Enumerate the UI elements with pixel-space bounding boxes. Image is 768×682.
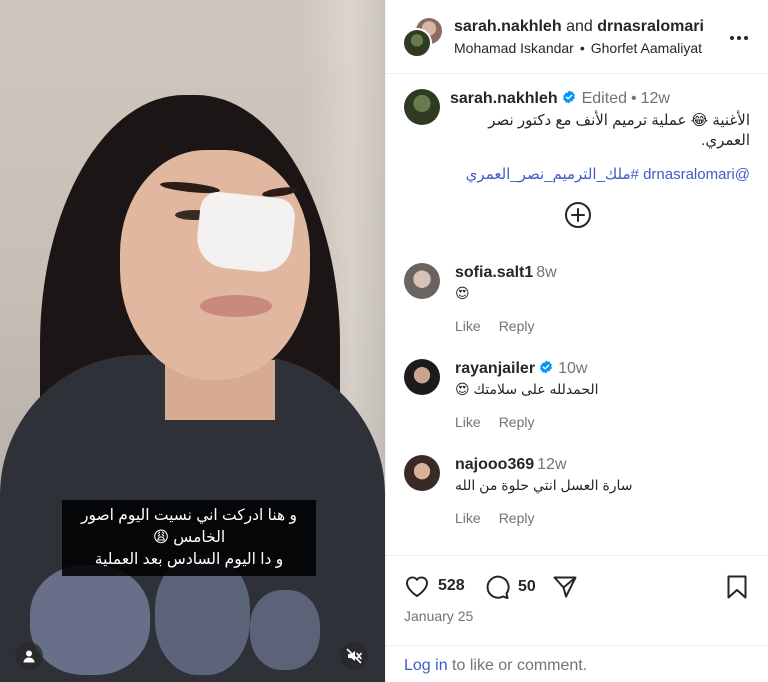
comment-text: 😍	[455, 285, 470, 301]
edited-label: Edited	[581, 90, 627, 107]
comment-username[interactable]: najooo369	[455, 456, 534, 473]
author-link[interactable]: sarah.nakhleh	[454, 18, 562, 35]
like-comment-button[interactable]: Like	[455, 510, 481, 526]
comment-actions: Like Reply	[455, 414, 552, 430]
like-comment-button[interactable]: Like	[455, 414, 481, 430]
comments-count[interactable]: 50	[518, 578, 536, 596]
comment-username[interactable]: rayanjailer	[455, 360, 535, 377]
bookmark-icon	[727, 575, 747, 599]
separator: •	[579, 40, 585, 56]
audio-info[interactable]: Mohamad Iskandar • Ghorfet Aamaliyat	[454, 40, 702, 56]
reply-button[interactable]: Reply	[499, 414, 535, 430]
comment-icon	[486, 575, 510, 599]
music-artist[interactable]: Mohamad Iskandar	[454, 40, 574, 56]
more-icon	[730, 36, 748, 40]
caption-meta: sarah.nakhleh Edited • 12w	[450, 90, 670, 108]
comments-scroll-area[interactable]: sarah.nakhleh Edited • 12w الأغنية 😂 عملية …	[386, 75, 768, 555]
collab-avatars[interactable]	[402, 16, 444, 58]
comment-header: najooo369 12w	[455, 456, 567, 474]
like-button[interactable]: 528	[404, 574, 465, 598]
avatar[interactable]	[402, 28, 432, 58]
comment-text: سارة العسل انتي حلوة من الله	[455, 477, 633, 493]
login-prompt: Log in to like or comment.	[386, 645, 768, 682]
subject-lips	[200, 295, 272, 317]
like-comment-button[interactable]: Like	[455, 318, 481, 334]
share-button[interactable]	[552, 574, 578, 600]
caption-line: و هنا ادركت اني نسيت اليوم اصور	[80, 507, 298, 524]
comment-header: rayanjailer 10w	[455, 360, 587, 378]
reply-button[interactable]: Reply	[499, 318, 535, 334]
comment-age[interactable]: 12w	[537, 456, 566, 473]
caption-age[interactable]: 12w	[641, 90, 670, 107]
video-caption: و هنا ادركت اني نسيت اليوم اصور الخامس 😩…	[62, 500, 316, 576]
comment-age[interactable]: 8w	[536, 264, 556, 281]
login-link[interactable]: Log in	[404, 657, 448, 674]
comment-actions: Like Reply	[455, 318, 552, 334]
add-comment-icon[interactable]	[564, 201, 592, 229]
caption-line: الخامس 😩	[152, 529, 226, 546]
verified-icon	[562, 90, 575, 104]
user-tag-icon	[23, 650, 35, 663]
post-actions: 528 50 January 25	[386, 555, 768, 645]
share-icon	[553, 576, 577, 598]
likes-count[interactable]: 528	[438, 577, 465, 595]
caption-username[interactable]: sarah.nakhleh	[450, 90, 558, 107]
mute-icon	[346, 648, 362, 664]
authors-joiner: and	[566, 18, 593, 35]
separator: •	[630, 90, 637, 107]
caption-line: و دا اليوم السادس بعد العملية	[94, 551, 284, 568]
post-media[interactable]: و هنا ادركت اني نسيت اليوم اصور الخامس 😩…	[0, 0, 385, 682]
post-header: sarah.nakhleh and drnasralomari Mohamad …	[386, 0, 768, 74]
comment-header: sofia.salt1 8w	[455, 264, 557, 282]
tagged-users-button[interactable]	[15, 642, 43, 670]
reply-button[interactable]: Reply	[499, 510, 535, 526]
music-track[interactable]: Ghorfet Aamaliyat	[591, 40, 702, 56]
more-options-button[interactable]	[727, 26, 751, 50]
avatar[interactable]	[404, 359, 440, 395]
avatar[interactable]	[404, 263, 440, 299]
comment-button[interactable]: 50	[484, 574, 536, 600]
scroll-fade	[386, 530, 768, 555]
shirt-print	[30, 565, 150, 675]
caption-text: الأغنية 😂 عملية ترميم الأنف مع دكتور نصر…	[488, 112, 750, 149]
collab-authors: sarah.nakhleh and drnasralomari	[454, 18, 704, 36]
comment-text: الحمدلله على سلامتك 😍	[455, 381, 599, 397]
verified-icon	[540, 360, 552, 374]
nose-bandage	[194, 190, 297, 275]
login-suffix: to like or comment.	[447, 657, 588, 674]
save-button[interactable]	[726, 574, 748, 600]
author-link[interactable]: drnasralomari	[597, 18, 704, 35]
comment-item: sofia.salt1 8w 😍 Like Reply	[404, 263, 754, 343]
comment-item: najooo369 12w سارة العسل انتي حلوة من الل…	[404, 455, 754, 535]
post-details-panel: sarah.nakhleh and drnasralomari Mohamad …	[385, 0, 768, 682]
avatar[interactable]	[404, 455, 440, 491]
comment-actions: Like Reply	[455, 510, 552, 526]
caption-tags[interactable]: @drnasralomari #ملك_الترميم_نصر_العمري	[450, 165, 750, 185]
heart-icon	[405, 576, 429, 597]
avatar[interactable]	[404, 89, 440, 125]
shirt-print	[250, 590, 320, 670]
mute-button[interactable]	[340, 642, 368, 670]
login-text: Log in to like or comment.	[404, 657, 587, 675]
comment-item: rayanjailer 10w الحمدلله على سلامتك 😍 Lik…	[404, 359, 754, 439]
comment-age[interactable]: 10w	[558, 360, 587, 377]
comment-username[interactable]: sofia.salt1	[455, 264, 533, 281]
post-date[interactable]: January 25	[404, 608, 473, 624]
